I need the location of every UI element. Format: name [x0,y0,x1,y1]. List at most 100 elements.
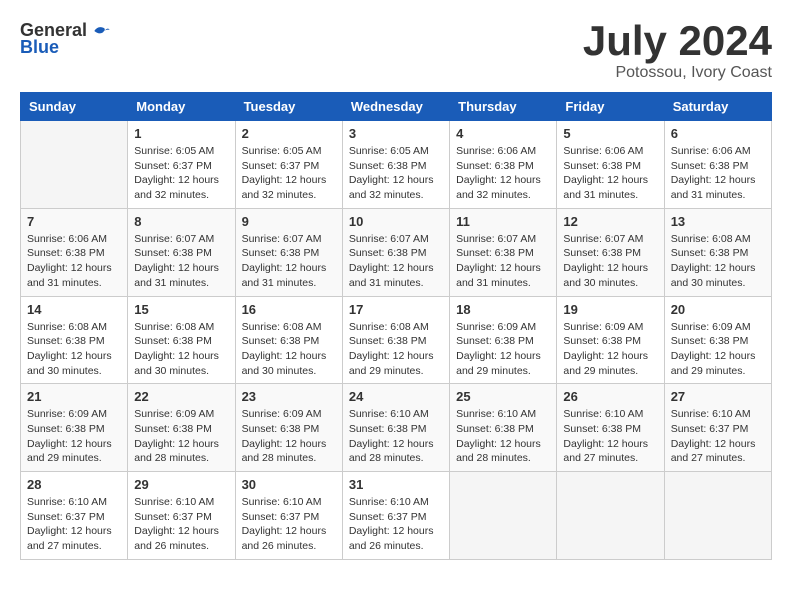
day-number: 13 [671,214,765,229]
logo: General Blue [20,20,111,58]
day-of-week-header: Friday [557,93,664,121]
calendar-day-cell: 16 Sunrise: 6:08 AM Sunset: 6:38 PM Dayli… [235,296,342,384]
day-number: 30 [242,477,336,492]
day-number: 22 [134,389,228,404]
day-number: 11 [456,214,550,229]
day-number: 15 [134,302,228,317]
calendar-day-cell: 8 Sunrise: 6:07 AM Sunset: 6:38 PM Daylig… [128,208,235,296]
calendar-day-cell: 28 Sunrise: 6:10 AM Sunset: 6:37 PM Dayli… [21,472,128,560]
day-info: Sunrise: 6:08 AM Sunset: 6:38 PM Dayligh… [242,320,336,379]
calendar-day-cell: 15 Sunrise: 6:08 AM Sunset: 6:38 PM Dayli… [128,296,235,384]
day-info: Sunrise: 6:10 AM Sunset: 6:37 PM Dayligh… [27,495,121,554]
day-info: Sunrise: 6:09 AM Sunset: 6:38 PM Dayligh… [671,320,765,379]
calendar-day-cell: 12Sunrise: 6:07 AM Sunset: 6:38 PM Dayli… [557,208,664,296]
calendar-week-row: 21 Sunrise: 6:09 AM Sunset: 6:38 PM Dayli… [21,384,772,472]
day-info: Sunrise: 6:08 AM Sunset: 6:38 PM Dayligh… [349,320,443,379]
day-number: 14 [27,302,121,317]
day-number: 7 [27,214,121,229]
calendar-week-row: 1 Sunrise: 6:05 AM Sunset: 6:37 PM Daylig… [21,121,772,209]
day-number: 6 [671,126,765,141]
day-info: Sunrise: 6:08 AM Sunset: 6:38 PM Dayligh… [134,320,228,379]
day-info: Sunrise: 6:08 AM Sunset: 6:38 PM Dayligh… [671,232,765,291]
location-text: Potossou, Ivory Coast [583,64,772,82]
day-number: 25 [456,389,550,404]
day-info: Sunrise: 6:06 AM Sunset: 6:38 PM Dayligh… [563,144,657,203]
day-info: Sunrise: 6:06 AM Sunset: 6:38 PM Dayligh… [671,144,765,203]
day-of-week-header: Monday [128,93,235,121]
logo-blue-text: Blue [20,37,59,58]
day-info: Sunrise: 6:10 AM Sunset: 6:38 PM Dayligh… [349,407,443,466]
calendar-day-cell [664,472,771,560]
calendar-week-row: 14 Sunrise: 6:08 AM Sunset: 6:38 PM Dayli… [21,296,772,384]
calendar-day-cell: 21Sunrise: 6:09 AM Sunset: 6:38 PM Dayli… [21,384,128,472]
day-info: Sunrise: 6:05 AM Sunset: 6:38 PM Dayligh… [349,144,443,203]
day-info: Sunrise: 6:10 AM Sunset: 6:37 PM Dayligh… [134,495,228,554]
calendar-day-cell: 26 Sunrise: 6:10 AM Sunset: 6:38 PM Dayli… [557,384,664,472]
day-info: Sunrise: 6:10 AM Sunset: 6:38 PM Dayligh… [563,407,657,466]
day-number: 4 [456,126,550,141]
day-number: 28 [27,477,121,492]
calendar-day-cell: 13 Sunrise: 6:08 AM Sunset: 6:38 PM Dayli… [664,208,771,296]
day-number: 1 [134,126,228,141]
calendar-day-cell: 5 Sunrise: 6:06 AM Sunset: 6:38 PM Daylig… [557,121,664,209]
day-number: 31 [349,477,443,492]
day-info: Sunrise: 6:10 AM Sunset: 6:37 PM Dayligh… [349,495,443,554]
calendar-day-cell: 18 Sunrise: 6:09 AM Sunset: 6:38 PM Dayli… [450,296,557,384]
day-info: Sunrise: 6:05 AM Sunset: 6:37 PM Dayligh… [134,144,228,203]
day-info: Sunrise: 6:07 AM Sunset: 6:38 PM Dayligh… [134,232,228,291]
day-number: 5 [563,126,657,141]
day-number: 23 [242,389,336,404]
day-info: Sunrise: 6:06 AM Sunset: 6:38 PM Dayligh… [27,232,121,291]
day-info: Sunrise: 6:09 AM Sunset: 6:38 PM Dayligh… [242,407,336,466]
day-info: Sunrise: 6:06 AM Sunset: 6:38 PM Dayligh… [456,144,550,203]
day-number: 29 [134,477,228,492]
calendar-week-row: 7 Sunrise: 6:06 AM Sunset: 6:38 PM Daylig… [21,208,772,296]
calendar-day-cell: 22 Sunrise: 6:09 AM Sunset: 6:38 PM Dayli… [128,384,235,472]
calendar-day-cell: 10 Sunrise: 6:07 AM Sunset: 6:38 PM Dayli… [342,208,449,296]
calendar-day-cell: 23 Sunrise: 6:09 AM Sunset: 6:38 PM Dayli… [235,384,342,472]
calendar-day-cell: 11 Sunrise: 6:07 AM Sunset: 6:38 PM Dayli… [450,208,557,296]
calendar-day-cell: 20 Sunrise: 6:09 AM Sunset: 6:38 PM Dayli… [664,296,771,384]
calendar-day-cell: 4 Sunrise: 6:06 AM Sunset: 6:38 PM Daylig… [450,121,557,209]
day-info: Sunrise: 6:10 AM Sunset: 6:38 PM Dayligh… [456,407,550,466]
day-number: 21 [27,389,121,404]
day-info: Sunrise: 6:10 AM Sunset: 6:37 PM Dayligh… [671,407,765,466]
day-info: Sunrise: 6:09 AM Sunset: 6:38 PM Dayligh… [456,320,550,379]
calendar-day-cell: 1 Sunrise: 6:05 AM Sunset: 6:37 PM Daylig… [128,121,235,209]
day-number: 9 [242,214,336,229]
day-number: 8 [134,214,228,229]
day-info: Sunrise: 6:10 AM Sunset: 6:37 PM Dayligh… [242,495,336,554]
day-number: 18 [456,302,550,317]
page-header: General Blue July 2024 Potossou, Ivory C… [20,20,772,82]
day-info: Sunrise: 6:09 AM Sunset: 6:38 PM Dayligh… [134,407,228,466]
day-of-week-header: Saturday [664,93,771,121]
day-number: 24 [349,389,443,404]
day-number: 3 [349,126,443,141]
day-info: Sunrise: 6:07 AM Sunset: 6:38 PM Dayligh… [456,232,550,291]
calendar-day-cell: 25 Sunrise: 6:10 AM Sunset: 6:38 PM Dayli… [450,384,557,472]
calendar-day-cell [557,472,664,560]
day-of-week-header: Wednesday [342,93,449,121]
calendar-day-cell: 17 Sunrise: 6:08 AM Sunset: 6:38 PM Dayli… [342,296,449,384]
day-number: 26 [563,389,657,404]
calendar-day-cell: 24 Sunrise: 6:10 AM Sunset: 6:38 PM Dayli… [342,384,449,472]
day-info: Sunrise: 6:09 AM Sunset: 6:38 PM Dayligh… [563,320,657,379]
day-number: 17 [349,302,443,317]
day-number: 20 [671,302,765,317]
calendar-table: SundayMondayTuesdayWednesdayThursdayFrid… [20,92,772,560]
day-info: Sunrise: 6:07 AM Sunset: 6:38 PM Dayligh… [349,232,443,291]
day-number: 19 [563,302,657,317]
calendar-day-cell: 7 Sunrise: 6:06 AM Sunset: 6:38 PM Daylig… [21,208,128,296]
day-number: 10 [349,214,443,229]
calendar-day-cell: 31 Sunrise: 6:10 AM Sunset: 6:37 PM Dayli… [342,472,449,560]
calendar-day-cell: 2Sunrise: 6:05 AM Sunset: 6:37 PM Daylig… [235,121,342,209]
day-number: 16 [242,302,336,317]
calendar-body: 1 Sunrise: 6:05 AM Sunset: 6:37 PM Daylig… [21,121,772,560]
calendar-day-cell [450,472,557,560]
month-year-title: July 2024 [583,20,772,62]
day-number: 2 [242,126,336,141]
calendar-day-cell: 27Sunrise: 6:10 AM Sunset: 6:37 PM Dayli… [664,384,771,472]
calendar-header: SundayMondayTuesdayWednesdayThursdayFrid… [21,93,772,121]
calendar-week-row: 28 Sunrise: 6:10 AM Sunset: 6:37 PM Dayli… [21,472,772,560]
calendar-day-cell: 14Sunrise: 6:08 AM Sunset: 6:38 PM Dayli… [21,296,128,384]
